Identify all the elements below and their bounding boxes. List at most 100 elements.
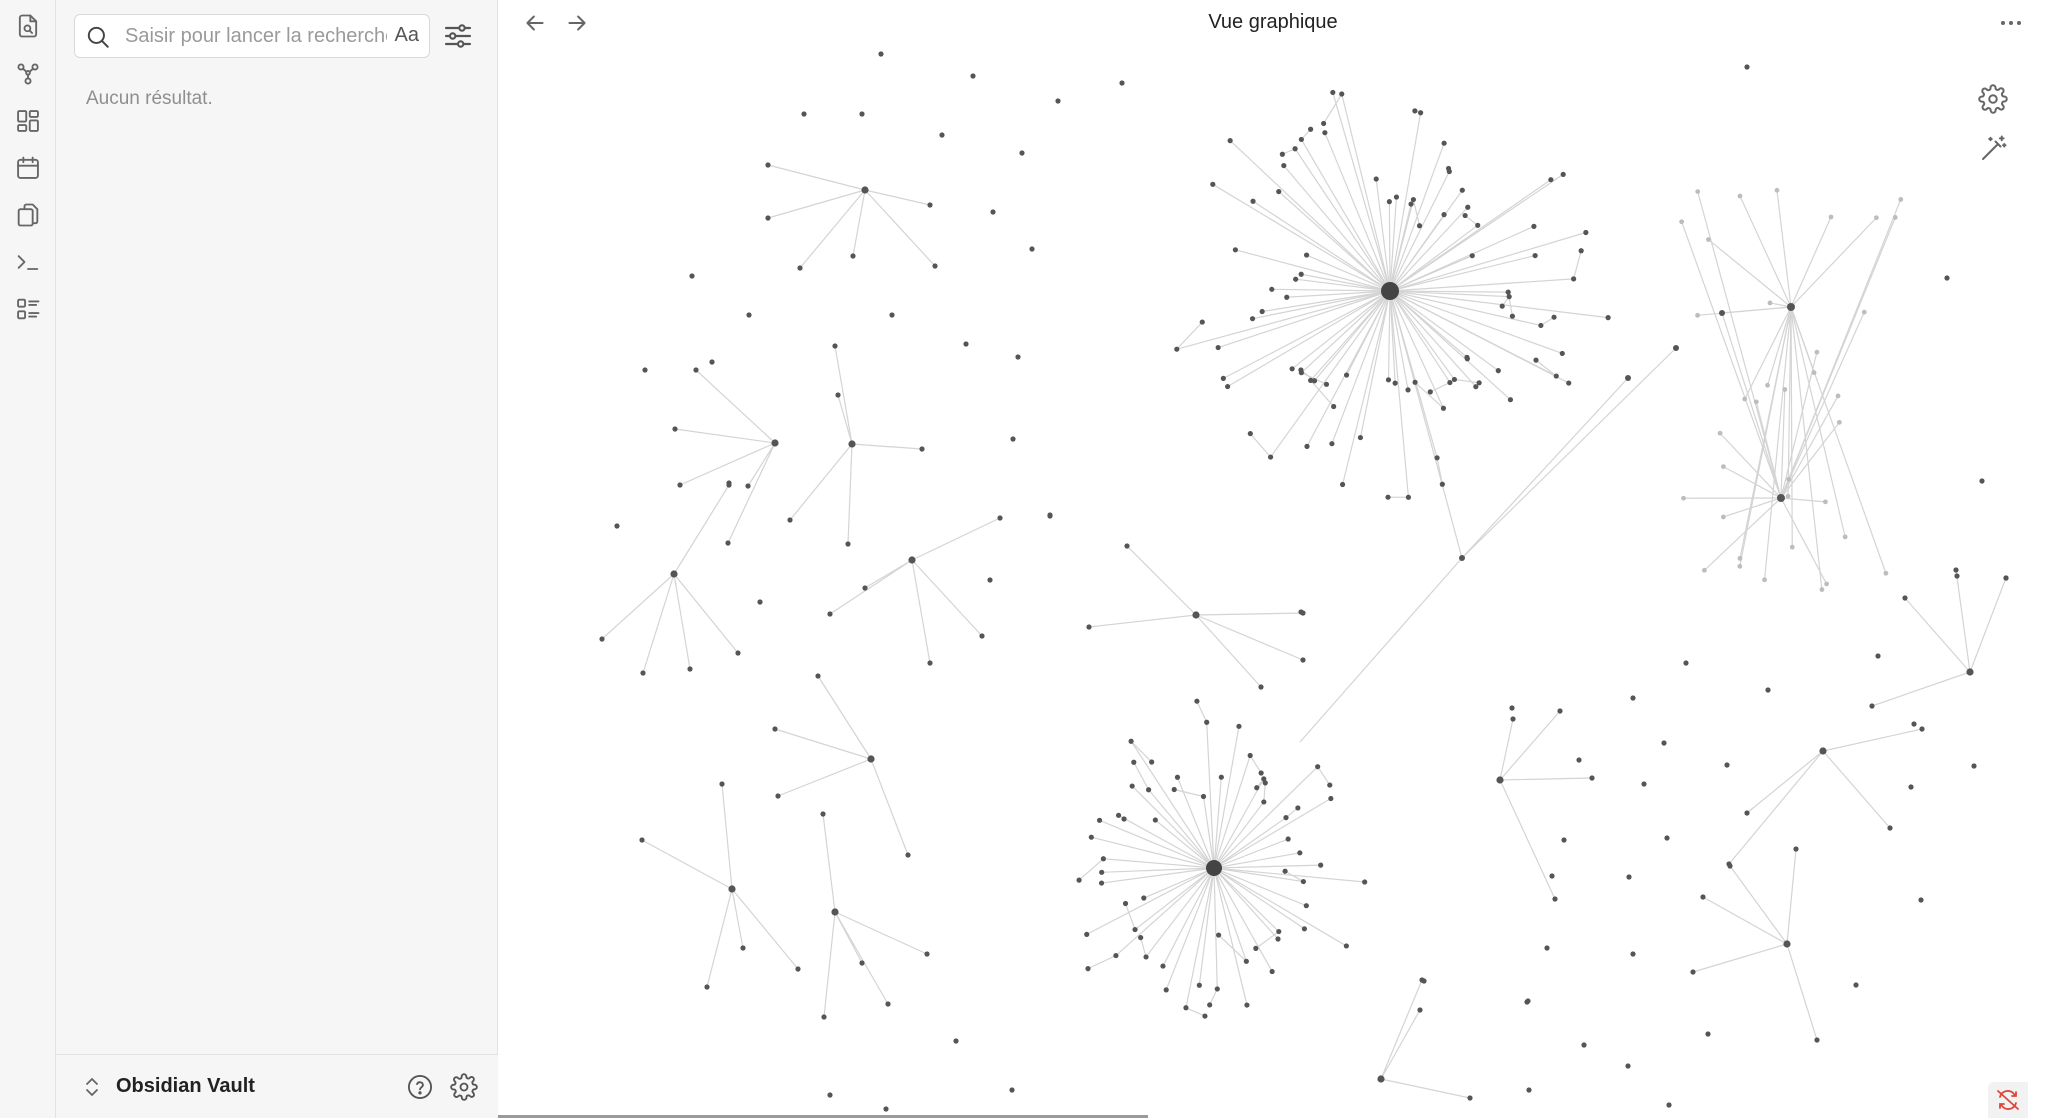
graph-canvas[interactable] xyxy=(498,0,2048,1118)
chevron-updown-icon[interactable] xyxy=(82,1075,102,1099)
graph-node xyxy=(1405,494,1412,500)
file-search-icon[interactable] xyxy=(8,6,48,46)
magic-wand-icon[interactable] xyxy=(1978,134,2008,164)
graph-node xyxy=(1971,763,1977,769)
graph-edge xyxy=(1213,867,1247,962)
graph-edge xyxy=(1763,306,1792,580)
list-icon[interactable] xyxy=(8,289,48,329)
graph-node xyxy=(1300,878,1307,885)
graph-node xyxy=(1533,357,1539,363)
canvas-icon[interactable] xyxy=(8,101,48,141)
graph-node xyxy=(820,811,826,817)
graph-node xyxy=(1121,816,1127,822)
graph-edge xyxy=(852,189,866,257)
graph-node xyxy=(1385,494,1391,500)
help-icon[interactable] xyxy=(406,1073,434,1101)
graph-node xyxy=(1047,512,1053,518)
terminal-icon[interactable] xyxy=(8,242,48,282)
graph-node xyxy=(1321,120,1327,127)
graph-edge xyxy=(1140,937,1147,958)
graph-node xyxy=(1724,762,1730,768)
vault-name[interactable]: Obsidian Vault xyxy=(116,1075,255,1098)
graph-node xyxy=(1183,1005,1189,1011)
graph-node xyxy=(1875,653,1881,659)
graph-node xyxy=(1096,817,1103,823)
graph-node xyxy=(1465,204,1471,210)
graph-node xyxy=(1664,835,1670,841)
graph-node xyxy=(845,541,851,547)
graph-node xyxy=(1441,212,1447,218)
graph-node xyxy=(1719,310,1725,316)
graph-node xyxy=(1499,303,1505,309)
graph-node xyxy=(1507,397,1514,403)
graph-settings-gear-icon[interactable] xyxy=(1978,84,2008,114)
graph-node xyxy=(1822,499,1828,505)
search-settings-icon[interactable] xyxy=(442,20,474,52)
graph-node xyxy=(1086,624,1092,630)
graph-node xyxy=(1289,366,1295,372)
graph-node xyxy=(1225,383,1231,390)
graph-node xyxy=(1566,380,1572,386)
graph-node xyxy=(1835,393,1841,399)
copy-icon[interactable] xyxy=(8,195,48,235)
graph-edge xyxy=(1969,577,2007,673)
graph-node xyxy=(1323,381,1330,387)
graph-node xyxy=(1304,443,1310,449)
graph-node xyxy=(1141,895,1147,901)
graph-node xyxy=(1787,303,1795,311)
graph-node xyxy=(1301,926,1308,932)
graph-node xyxy=(1727,863,1733,869)
graph-node xyxy=(1412,108,1418,114)
graph-node xyxy=(1098,880,1105,886)
graph-node xyxy=(1295,805,1301,811)
graph-edge xyxy=(641,839,733,890)
graph-edge xyxy=(864,189,936,267)
graph-node xyxy=(1753,399,1759,405)
graph-edge xyxy=(911,559,931,664)
graph-edge xyxy=(1790,216,1832,308)
graph-node xyxy=(990,209,996,215)
graph-node xyxy=(1327,782,1333,788)
graph-node xyxy=(1918,897,1924,903)
graph-edge xyxy=(1692,943,1788,973)
graph-node xyxy=(932,263,938,269)
graph-node xyxy=(1330,89,1336,96)
graph-node xyxy=(1777,494,1785,502)
graph-node xyxy=(1683,660,1689,666)
graph-node xyxy=(1292,146,1298,152)
graph-node xyxy=(1626,874,1632,880)
graph-node xyxy=(1966,668,1974,676)
graph-edge xyxy=(673,484,730,575)
graph-node xyxy=(1247,752,1253,759)
graph-node xyxy=(1509,313,1516,319)
graph-node xyxy=(1836,419,1842,425)
search-icon xyxy=(87,26,109,48)
graph-node xyxy=(1506,294,1512,300)
match-case-toggle[interactable]: Aa xyxy=(395,24,419,47)
graph-node xyxy=(1919,726,1925,732)
search-box[interactable]: Aa xyxy=(74,14,430,58)
more-options-icon[interactable] xyxy=(1996,12,2026,34)
graph-node xyxy=(1343,372,1350,378)
graph-node xyxy=(735,650,741,656)
graph-edge xyxy=(1249,433,1272,458)
graph-node xyxy=(1250,198,1256,204)
sync-status[interactable] xyxy=(1988,1082,2028,1118)
graph-node xyxy=(927,660,933,666)
calendar-icon[interactable] xyxy=(8,148,48,188)
graph-edge xyxy=(1904,597,1971,673)
graph-node xyxy=(1300,657,1306,663)
search-input[interactable] xyxy=(125,21,387,51)
graph-node xyxy=(815,673,821,679)
sync-error-icon xyxy=(1997,1090,2019,1110)
graph-node xyxy=(1285,836,1291,842)
graph-node xyxy=(1469,253,1475,259)
graph-node xyxy=(1275,936,1281,942)
graph-node xyxy=(1331,403,1337,410)
graph-edge xyxy=(1389,112,1422,292)
graph-node xyxy=(908,556,916,564)
graph-node xyxy=(835,392,841,398)
graph-icon[interactable] xyxy=(8,54,48,94)
graph-edge xyxy=(1300,139,1391,292)
settings-gear-icon[interactable] xyxy=(450,1073,478,1101)
